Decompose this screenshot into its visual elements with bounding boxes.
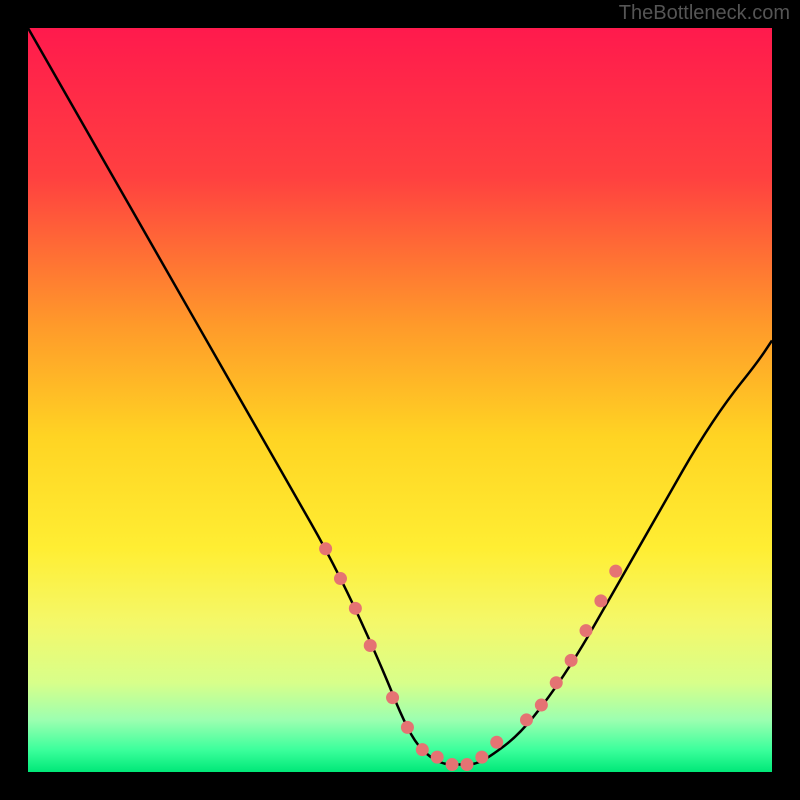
- marker-dot: [490, 736, 503, 749]
- marker-dot: [349, 602, 362, 615]
- marker-dot: [364, 639, 377, 652]
- bottleneck-curve: [28, 28, 772, 765]
- marker-dot: [609, 565, 622, 578]
- marker-dot: [535, 699, 548, 712]
- curve-layer: [28, 28, 772, 772]
- marker-dot: [446, 758, 459, 771]
- plot-area: [28, 28, 772, 772]
- watermark-text: TheBottleneck.com: [619, 2, 790, 25]
- marker-dot: [594, 594, 607, 607]
- marker-dot: [386, 691, 399, 704]
- marker-dot: [319, 542, 332, 555]
- marker-dot: [475, 751, 488, 764]
- marker-dot: [580, 624, 593, 637]
- marker-dot: [565, 654, 578, 667]
- marker-dot: [431, 751, 444, 764]
- marker-dot: [550, 676, 563, 689]
- marker-dot: [416, 743, 429, 756]
- marker-dot: [334, 572, 347, 585]
- marker-dot: [520, 713, 533, 726]
- marker-dot: [460, 758, 473, 771]
- marker-dot: [401, 721, 414, 734]
